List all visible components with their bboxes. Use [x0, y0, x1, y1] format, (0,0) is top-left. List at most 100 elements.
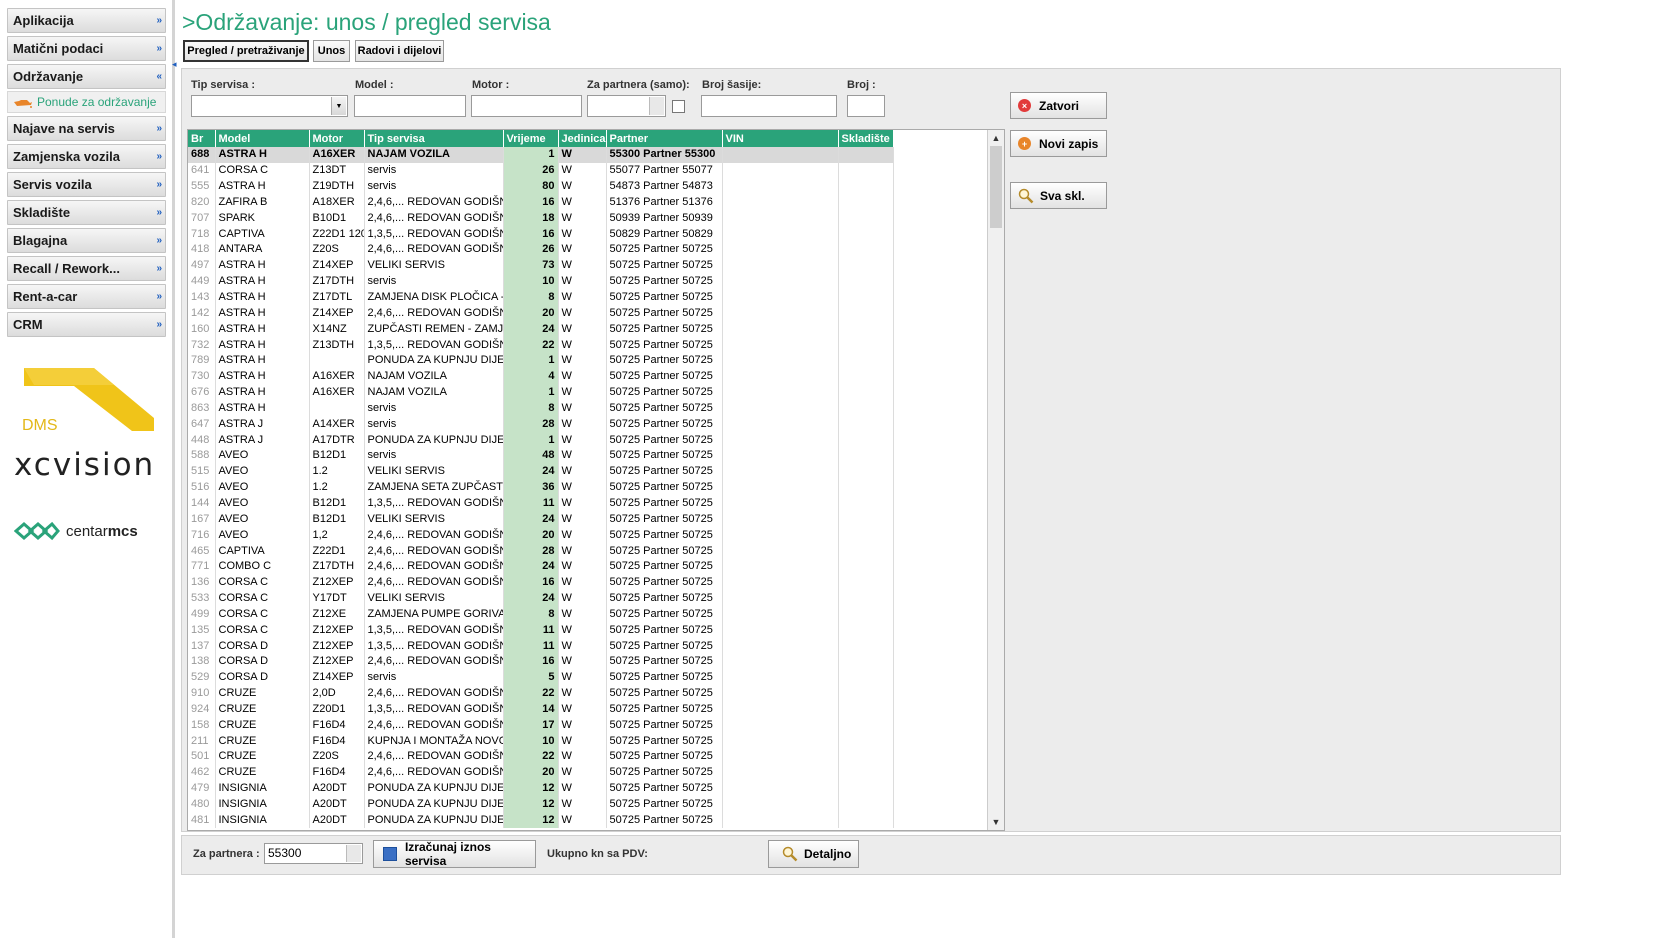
table-row[interactable]: 462CRUZEF16D42,4,6,... REDOVAN GODIŠNJI …: [188, 764, 894, 781]
tab-unos[interactable]: Unos: [313, 40, 350, 62]
column-header[interactable]: Br: [188, 130, 216, 147]
table-row[interactable]: 135CORSA CZ12XEP1,3,5,... REDOVAN GODIŠN…: [188, 622, 894, 639]
menu-item-najave[interactable]: Najave na servis »: [7, 116, 166, 141]
lookup-button[interactable]: [346, 845, 361, 862]
menu-item-blagajna[interactable]: Blagajna »: [7, 228, 166, 253]
table-row[interactable]: 863 ASTRA H servis 8 W 50725 Partner 50725: [188, 400, 894, 417]
model-input[interactable]: [354, 95, 466, 117]
broj-input[interactable]: [847, 95, 885, 117]
table-row[interactable]: 144AVEOB12D11,3,5,... REDOVAN GODIŠNJI S…: [188, 495, 894, 512]
table-row[interactable]: 676 ASTRA H A16XER NAJAM VOZILA 1 W 50725 Part…: [188, 384, 894, 401]
table-row[interactable]: 448ASTRA JA17DTRPONUDA ZA KUPNJU DIJELOV…: [188, 432, 894, 449]
table-row[interactable]: 167 AVEO B12D1 VELIKI SERVIS 24 W 50725 Partne…: [188, 511, 894, 528]
table-row[interactable]: 142ASTRA HZ14XEP2,4,6,... REDOVAN GODIŠN…: [188, 305, 894, 322]
menu-item-skladiste[interactable]: Skladište »: [7, 200, 166, 225]
table-cell: INSIGNIA: [215, 780, 310, 797]
table-row[interactable]: 515 AVEO 1.2 VELIKI SERVIS 24 W 50725 Partner …: [188, 463, 894, 480]
column-header[interactable]: Jedinica: [558, 130, 607, 147]
column-header[interactable]: Motor: [309, 130, 365, 147]
table-row[interactable]: 771COMBO CZ17DTH2,4,6,... REDOVAN GODIŠN…: [188, 558, 894, 575]
table-row[interactable]: 497 ASTRA H Z14XEP VELIKI SERVIS 73 W 50725 Pa…: [188, 257, 894, 274]
table-row[interactable]: 529 CORSA D Z14XEP servis 5 W 50725 Partner 50…: [188, 669, 894, 686]
table-row[interactable]: 480INSIGNIAA20DTPONUDA ZA KUPNJU DIJELOV…: [188, 796, 894, 813]
table-row[interactable]: 501CRUZEZ20S2,4,6,... REDOVAN GODIŠNJI S…: [188, 749, 894, 765]
menu-item-aplikacija[interactable]: Aplikacija »: [7, 8, 166, 33]
table-cell: 138: [188, 654, 216, 670]
table-cell: NAJAM VOZILA: [364, 147, 504, 163]
table-row[interactable]: 588 AVEO B12D1 servis 48 W 50725 Partner 50725: [188, 448, 894, 464]
table-row[interactable]: 533 CORSA C Y17DT VELIKI SERVIS 24 W 50725 Par…: [188, 590, 894, 607]
table-row[interactable]: 555 ASTRA H Z19DTH servis 80 W 54873 Partner 5…: [188, 178, 894, 195]
za-partnera-input[interactable]: 55300: [264, 843, 363, 864]
table-row[interactable]: 418ANTARAZ20S2,4,6,... REDOVAN GODIŠNJI …: [188, 242, 894, 258]
sva-skl-button[interactable]: Sva skl.: [1010, 182, 1107, 209]
table-row[interactable]: 465CAPTIVAZ22D12,4,6,... REDOVAN GODIŠNJ…: [188, 543, 894, 559]
table-row[interactable]: 211CRUZEF16D4KUPNJA I MONTAŽA NOVOG AKUM…: [188, 733, 894, 750]
table-row[interactable]: 479INSIGNIAA20DTPONUDA ZA KUPNJU DIJELOV…: [188, 780, 894, 797]
table-row[interactable]: 138CORSA DZ12XEP2,4,6,... REDOVAN GODIŠN…: [188, 654, 894, 670]
table-row[interactable]: 516AVEO1.2ZAMJENA SETA ZUPČASTOG REMENA3…: [188, 479, 894, 496]
table-row[interactable]: 137CORSA DZ12XEP1,3,5,... REDOVAN GODIŠN…: [188, 638, 894, 654]
table-cell: 1: [503, 432, 559, 449]
table-cell: W: [558, 416, 607, 433]
table-row[interactable]: 136CORSA CZ12XEP2,4,6,... REDOVAN GODIŠN…: [188, 574, 894, 591]
scroll-down-icon[interactable]: ▼: [988, 815, 1004, 829]
column-header[interactable]: VIN: [722, 130, 839, 147]
column-header[interactable]: Model: [215, 130, 310, 147]
menu-item-zamjenska-vozila[interactable]: Zamjenska vozila »: [7, 144, 166, 169]
menu-item-crm[interactable]: CRM »: [7, 312, 166, 337]
table-cell: servis: [364, 178, 504, 195]
scroll-up-icon[interactable]: ▲: [988, 131, 1004, 145]
detaljno-button[interactable]: Detaljno: [768, 840, 859, 868]
table-row[interactable]: 716AVEO1,22,4,6,... REDOVAN GODIŠNJI SER…: [188, 527, 894, 544]
samo-checkbox[interactable]: [672, 100, 685, 113]
table-row[interactable]: 924CRUZEZ20D11,3,5,... REDOVAN GODIŠNJI …: [188, 701, 894, 718]
results-grid[interactable]: Br Model Motor Tip servisa Vrijeme Jedinica Pa…: [187, 129, 1005, 831]
sidebar-divider[interactable]: [172, 0, 175, 938]
table-cell: B12D1: [309, 511, 365, 528]
table-row[interactable]: 718CAPTIVAZ22D1 120kW1,3,5,... REDOVAN G…: [188, 226, 894, 243]
table-row[interactable]: 789ASTRA H PONUDA ZA KUPNJU DIJELOVA1W507…: [188, 352, 894, 369]
lookup-button[interactable]: [649, 97, 664, 115]
tab-radovi[interactable]: Radovi i dijelovi: [355, 40, 444, 62]
table-row[interactable]: 730 ASTRA H A16XER NAJAM VOZILA 4 W 50725 Part…: [188, 368, 894, 385]
menu-item-maticni-podaci[interactable]: Matični podaci »: [7, 36, 166, 61]
tip-servisa-select[interactable]: ▼: [191, 95, 348, 117]
dropdown-arrow-icon[interactable]: ▼: [331, 97, 346, 115]
table-row[interactable]: 481INSIGNIAA20DTPONUDA ZA KUPNJU DIJELOV…: [188, 812, 894, 829]
table-row[interactable]: 732ASTRA HZ13DTH1,3,5,... REDOVAN GODIŠN…: [188, 337, 894, 353]
motor-input[interactable]: [471, 95, 582, 117]
submenu-item-ponude[interactable]: Ponude za održavanje: [7, 91, 166, 113]
table-row[interactable]: 143ASTRA HZ17DTLZAMJENA DISK PLOČICA - Z…: [188, 289, 894, 306]
table-cell: 20: [503, 527, 559, 544]
collapse-sidebar-icon[interactable]: ◂: [172, 59, 177, 70]
grid-scrollbar[interactable]: ▲ ▼: [987, 130, 1004, 830]
column-header[interactable]: Tip servisa: [364, 130, 504, 147]
broj-sasije-input[interactable]: [701, 95, 837, 117]
table-row[interactable]: 647 ASTRA J A14XER servis 28 W 50725 Partner 5…: [188, 416, 894, 433]
table-row[interactable]: 910CRUZE2,0D2,4,6,... REDOVAN GODIŠNJI S…: [188, 685, 894, 702]
novi-zapis-button[interactable]: + Novi zapis: [1010, 130, 1107, 157]
zatvori-button[interactable]: × Zatvori: [1010, 92, 1107, 119]
table-row[interactable]: 820 ZAFIRA B A18XER 2,4,6,... REDOVAN GODIŠ…: [188, 194, 894, 211]
table-row[interactable]: 160ASTRA HX14NZZUPČASTI REMEN - ZAMJENA2…: [188, 321, 894, 338]
table-row[interactable]: 449 ASTRA H Z17DTH servis 10 W 50725 Partner 5…: [188, 273, 894, 290]
menu-item-servis-vozila[interactable]: Servis vozila »: [7, 172, 166, 197]
table-cell: [722, 226, 839, 243]
tab-pregled[interactable]: Pregled / pretraživanje: [183, 40, 309, 62]
table-row[interactable]: 641 CORSA C Z13DT servis 26 W 55077 Partner 55…: [188, 162, 894, 179]
table-cell: [838, 147, 894, 163]
column-header[interactable]: Vrijeme: [503, 130, 559, 147]
table-row[interactable]: 688 ASTRA H A16XER NAJAM VOZILA 1 W 55300 Part…: [188, 147, 894, 163]
menu-item-rent-a-car[interactable]: Rent-a-car »: [7, 284, 166, 309]
menu-item-recall[interactable]: Recall / Rework... »: [7, 256, 166, 281]
menu-item-odrzavanje[interactable]: Održavanje «: [7, 64, 166, 89]
table-row[interactable]: 707SPARKB10D12,4,6,... REDOVAN GODIŠNJI …: [188, 210, 894, 227]
izracunaj-button[interactable]: Izračunaj iznos servisa: [373, 840, 536, 868]
table-row[interactable]: 499 CORSA C Z12XE ZAMJENA PUMPE GORIVA 8 W 507…: [188, 606, 894, 623]
column-header[interactable]: Partner: [606, 130, 723, 147]
table-row[interactable]: 158CRUZEF16D42,4,6,... REDOVAN GODIŠNJI …: [188, 717, 894, 734]
column-header[interactable]: Skladište: [838, 130, 894, 147]
za-partnera-filter-input[interactable]: [587, 95, 666, 117]
scroll-thumb[interactable]: [990, 146, 1002, 228]
